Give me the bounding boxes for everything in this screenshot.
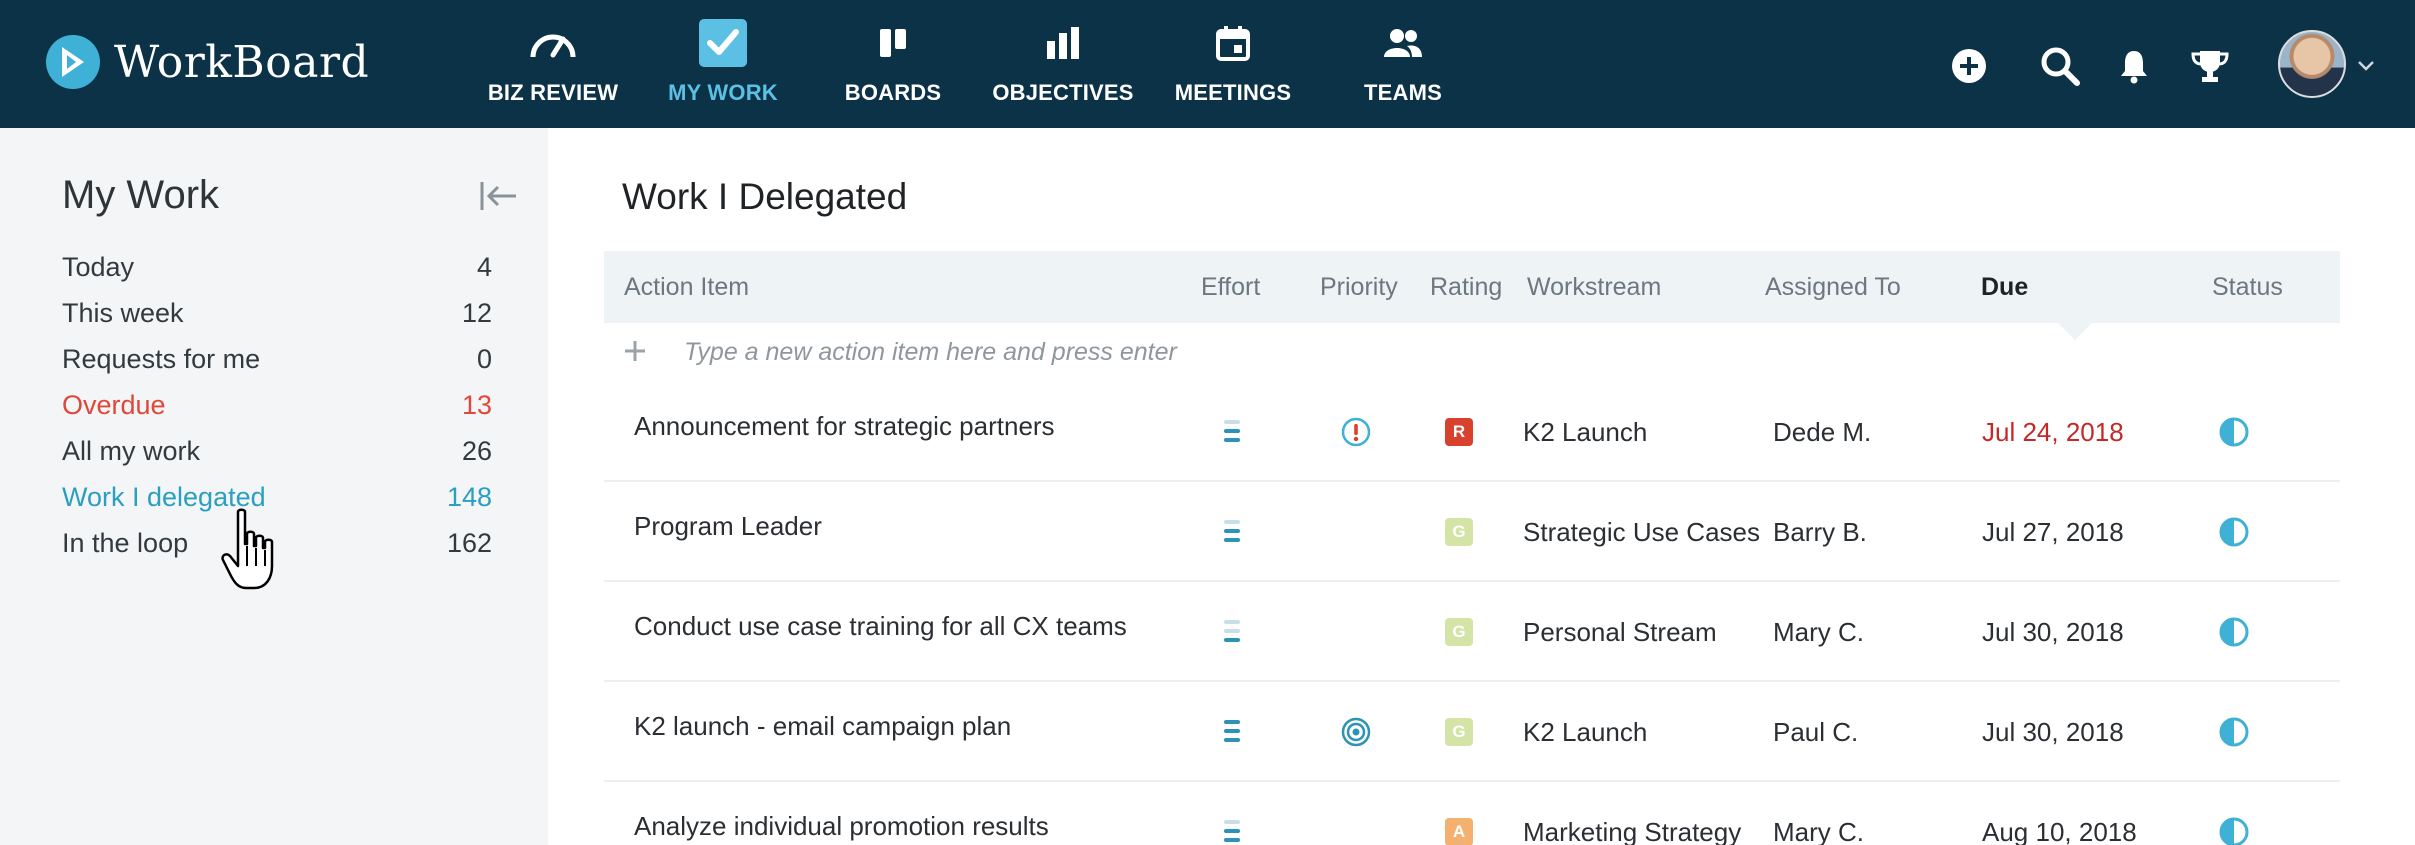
sidebar-item-count: 12 bbox=[461, 297, 492, 328]
effort-level-icon bbox=[1224, 520, 1242, 548]
table-row[interactable]: Announcement for strategic partners R K2… bbox=[604, 382, 2340, 482]
new-action-item-input[interactable] bbox=[684, 332, 1584, 372]
sidebar-item-label: In the loop bbox=[62, 527, 189, 558]
checkbox-icon bbox=[696, 18, 750, 68]
collapse-sidebar-icon[interactable] bbox=[478, 178, 520, 214]
bar-chart-icon bbox=[1036, 18, 1090, 68]
hand-cursor-icon bbox=[220, 508, 286, 592]
add-icon[interactable] bbox=[1947, 44, 1991, 88]
table-row[interactable]: Analyze individual promotion results A M… bbox=[604, 782, 2340, 845]
table-row[interactable]: K2 launch - email campaign plan G K2 Lau… bbox=[604, 682, 2340, 782]
action-item-title[interactable]: Analyze individual promotion results bbox=[634, 776, 1049, 845]
half-complete-status-icon[interactable] bbox=[2218, 516, 2250, 548]
sidebar-item-count: 162 bbox=[446, 527, 492, 558]
action-item-title[interactable]: Announcement for strategic partners bbox=[634, 376, 1055, 476]
column-header-action-item[interactable]: Action Item bbox=[624, 273, 749, 302]
due-date[interactable]: Aug 10, 2018 bbox=[1982, 782, 2137, 845]
sidebar-item-all-my-work[interactable]: All my work 26 bbox=[62, 431, 492, 471]
app-name: WorkBoard bbox=[114, 36, 370, 88]
sidebar-item-label: Overdue bbox=[62, 389, 166, 420]
due-date[interactable]: Jul 27, 2018 bbox=[1982, 482, 2124, 582]
due-date[interactable]: Jul 24, 2018 bbox=[1982, 382, 2124, 482]
trophy-icon[interactable] bbox=[2188, 44, 2232, 88]
avatar[interactable] bbox=[2278, 30, 2346, 98]
sidebar-item-count: 13 bbox=[461, 389, 492, 420]
rating-badge[interactable]: G bbox=[1445, 718, 1473, 746]
nav-label: TEAMS bbox=[1364, 80, 1442, 105]
assignee-name[interactable]: Mary C. bbox=[1773, 782, 1864, 845]
logo-icon bbox=[46, 35, 100, 89]
assignee-name[interactable]: Paul C. bbox=[1773, 682, 1858, 782]
rating-badge[interactable]: G bbox=[1445, 618, 1473, 646]
sidebar-item-label: Today bbox=[62, 251, 135, 282]
effort-level-icon bbox=[1224, 820, 1242, 845]
due-date[interactable]: Jul 30, 2018 bbox=[1982, 582, 2124, 682]
half-complete-status-icon[interactable] bbox=[2218, 716, 2250, 748]
sidebar-item-count: 26 bbox=[461, 435, 492, 466]
effort-level-icon bbox=[1224, 420, 1242, 448]
nav-label: BIZ REVIEW bbox=[487, 80, 619, 105]
column-header-status[interactable]: Status bbox=[2212, 273, 2283, 302]
sidebar-item-label: All my work bbox=[62, 435, 201, 466]
workstream-name[interactable]: K2 Launch bbox=[1523, 382, 1647, 482]
top-navigation-bar: WorkBoard BIZ REVIEW MY WORK BOARDS OBJE… bbox=[0, 0, 2415, 128]
sidebar-item-label: Requests for me bbox=[62, 343, 261, 374]
table-row[interactable]: Conduct use case training for all CX tea… bbox=[604, 582, 2340, 682]
column-header-workstream[interactable]: Workstream bbox=[1527, 273, 1661, 302]
column-header-effort[interactable]: Effort bbox=[1201, 273, 1260, 302]
sidebar-item-count: 0 bbox=[476, 343, 492, 374]
half-complete-status-icon[interactable] bbox=[2218, 816, 2250, 845]
calendar-icon bbox=[1206, 18, 1260, 68]
workstream-name[interactable]: K2 Launch bbox=[1523, 682, 1647, 782]
action-item-title[interactable]: Program Leader bbox=[634, 476, 822, 576]
column-header-assigned-to[interactable]: Assigned To bbox=[1765, 273, 1901, 302]
new-action-item-row bbox=[604, 324, 2340, 384]
workstream-name[interactable]: Personal Stream bbox=[1523, 582, 1717, 682]
sidebar-item-count: 148 bbox=[446, 481, 492, 512]
plus-icon[interactable] bbox=[622, 338, 648, 364]
gauge-icon bbox=[526, 18, 580, 68]
nav-label: BOARDS bbox=[844, 80, 942, 105]
rating-badge[interactable]: R bbox=[1445, 418, 1473, 446]
effort-level-icon bbox=[1224, 720, 1242, 748]
column-header-priority[interactable]: Priority bbox=[1320, 273, 1398, 302]
sidebar-item-label: This week bbox=[62, 297, 184, 328]
action-item-title[interactable]: Conduct use case training for all CX tea… bbox=[634, 576, 1127, 676]
target-priority-icon[interactable] bbox=[1340, 716, 1372, 748]
people-icon bbox=[1376, 18, 1430, 68]
column-header-due[interactable]: Due bbox=[1981, 273, 2028, 302]
page-title: Work I Delegated bbox=[622, 176, 908, 217]
assignee-name[interactable]: Dede M. bbox=[1773, 382, 1871, 482]
half-complete-status-icon[interactable] bbox=[2218, 616, 2250, 648]
half-complete-status-icon[interactable] bbox=[2218, 416, 2250, 448]
sidebar-item-today[interactable]: Today 4 bbox=[62, 247, 492, 287]
nav-label: OBJECTIVES bbox=[992, 80, 1134, 105]
workstream-name[interactable]: Strategic Use Cases bbox=[1523, 482, 1760, 582]
bell-icon[interactable] bbox=[2112, 44, 2156, 88]
search-icon[interactable] bbox=[2038, 44, 2082, 88]
sidebar-item-this-week[interactable]: This week 12 bbox=[62, 293, 492, 333]
action-item-title[interactable]: K2 launch - email campaign plan bbox=[634, 676, 1011, 776]
rating-badge[interactable]: G bbox=[1445, 518, 1473, 546]
effort-level-icon bbox=[1224, 620, 1242, 648]
table-row[interactable]: Program Leader G Strategic Use Cases Bar… bbox=[604, 482, 2340, 582]
due-date[interactable]: Jul 30, 2018 bbox=[1982, 682, 2124, 782]
nav-label: MEETINGS bbox=[1174, 80, 1292, 105]
table-header: Action Item Effort Priority Rating Works… bbox=[604, 251, 2340, 323]
assignee-name[interactable]: Mary C. bbox=[1773, 582, 1864, 682]
rating-badge[interactable]: A bbox=[1445, 818, 1473, 845]
assignee-name[interactable]: Barry B. bbox=[1773, 482, 1867, 582]
chevron-down-icon[interactable] bbox=[2355, 54, 2377, 76]
board-columns-icon bbox=[866, 18, 920, 68]
sidebar-title: My Work bbox=[62, 173, 220, 217]
workboard-logo[interactable]: WorkBoard bbox=[46, 32, 369, 92]
nav-label: MY WORK bbox=[668, 80, 778, 105]
sidebar-item-count: 4 bbox=[476, 251, 492, 282]
sidebar-item-overdue[interactable]: Overdue 13 bbox=[62, 385, 492, 425]
sidebar-item-requests-for-me[interactable]: Requests for me 0 bbox=[62, 339, 492, 379]
workstream-name[interactable]: Marketing Strategy bbox=[1523, 782, 1741, 845]
urgent-priority-icon[interactable] bbox=[1340, 416, 1372, 448]
column-header-rating[interactable]: Rating bbox=[1430, 273, 1502, 302]
sidebar: My Work Today 4 This week 12 Requests fo… bbox=[0, 128, 548, 845]
